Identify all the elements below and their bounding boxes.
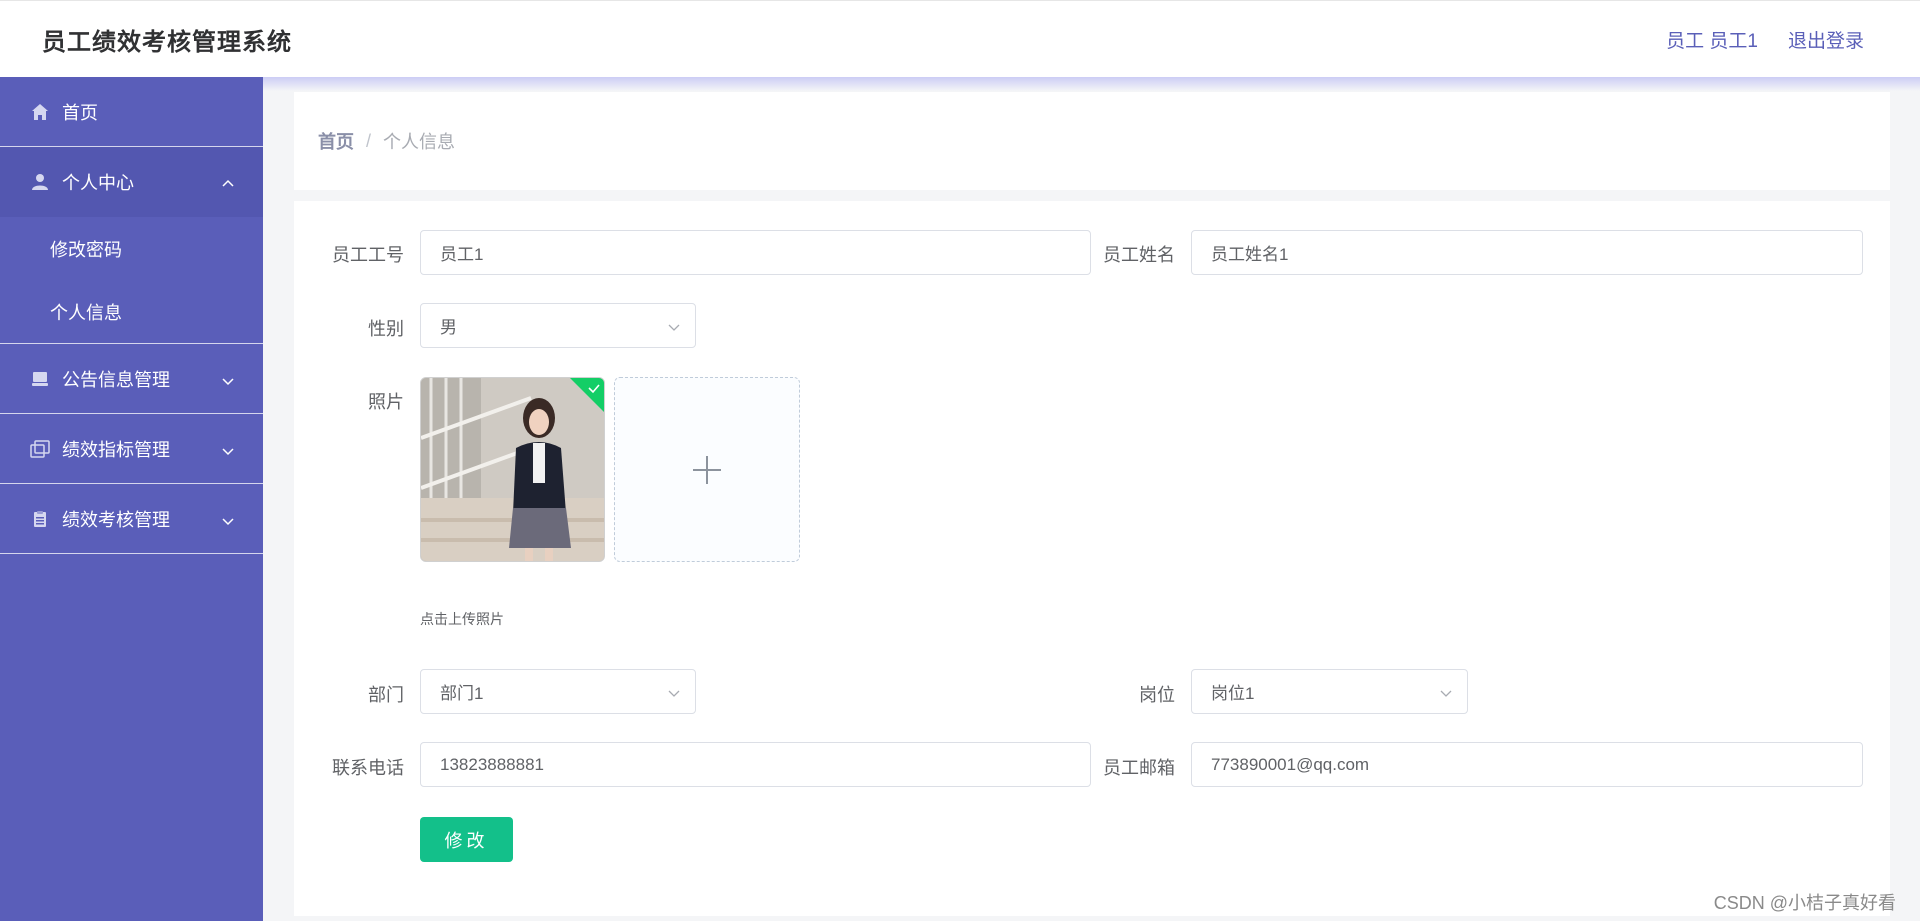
update-button[interactable]: 修改 bbox=[420, 817, 513, 862]
employee-name-label: 员工姓名 bbox=[1103, 245, 1175, 265]
breadcrumb: 首页 / 个人信息 bbox=[294, 92, 1890, 190]
plus-icon bbox=[693, 455, 721, 484]
sidebar-item-personal-center[interactable]: 个人中心 bbox=[0, 147, 263, 217]
employee-no-label: 员工工号 bbox=[332, 245, 404, 265]
sidebar-item-notice-management[interactable]: 公告信息管理 bbox=[0, 344, 263, 414]
sidebar: 首页 个人中心 修改密码 个人信息 公告信息管理 绩效指标管理 绩效考核管理 bbox=[0, 77, 263, 921]
sidebar-item-change-password[interactable]: 修改密码 bbox=[0, 217, 263, 280]
logout-link[interactable]: 退出登录 bbox=[1788, 26, 1864, 53]
home-icon bbox=[30, 102, 50, 122]
employee-name-field[interactable]: 员工姓名1 bbox=[1191, 230, 1863, 275]
chevron-up-icon bbox=[221, 175, 235, 189]
email-field[interactable]: 773890001@qq.com bbox=[1191, 742, 1863, 787]
copy-icon bbox=[30, 439, 50, 459]
phone-label: 联系电话 bbox=[332, 758, 404, 778]
sidebar-item-personal-info[interactable]: 个人信息 bbox=[0, 280, 263, 343]
monitor-icon bbox=[30, 369, 50, 389]
employee-no-field[interactable]: 员工1 bbox=[420, 230, 1091, 275]
chevron-down-icon bbox=[1439, 685, 1453, 699]
position-select[interactable]: 岗位1 bbox=[1191, 669, 1468, 714]
app-title: 员工绩效考核管理系统 bbox=[42, 28, 292, 56]
top-header: 员工绩效考核管理系统 员工 员工1 退出登录 bbox=[0, 0, 1920, 77]
sidebar-item-label: 绩效考核管理 bbox=[62, 509, 170, 530]
sidebar-item-assessment-management[interactable]: 绩效考核管理 bbox=[0, 484, 263, 554]
position-select-value: 岗位1 bbox=[1211, 684, 1255, 703]
department-select[interactable]: 部门1 bbox=[420, 669, 696, 714]
breadcrumb-home-link[interactable]: 首页 bbox=[318, 128, 354, 154]
breadcrumb-current: 个人信息 bbox=[383, 132, 456, 152]
upload-tip: 点击上传照片 bbox=[420, 611, 504, 627]
sidebar-item-label: 首页 bbox=[62, 102, 98, 123]
chevron-down-icon bbox=[667, 685, 681, 699]
sidebar-item-label: 绩效指标管理 bbox=[62, 439, 170, 460]
department-select-value: 部门1 bbox=[440, 684, 484, 703]
watermark: CSDN @小桔子真好看 bbox=[1713, 893, 1896, 913]
sidebar-item-label: 个人中心 bbox=[62, 173, 134, 193]
photo-label: 照片 bbox=[368, 392, 404, 412]
gender-select[interactable]: 男 bbox=[420, 303, 696, 348]
position-label: 岗位 bbox=[1139, 685, 1175, 705]
employee-photo[interactable] bbox=[420, 377, 605, 562]
header-shadow bbox=[262, 77, 1920, 91]
phone-field[interactable]: 13823888881 bbox=[420, 742, 1091, 787]
sidebar-item-indicator-management[interactable]: 绩效指标管理 bbox=[0, 414, 263, 484]
user-icon bbox=[30, 172, 50, 192]
personal-info-form: 员工工号 员工1 员工姓名 员工姓名1 性别 男 照片 点击上传照片 部门 部门… bbox=[294, 201, 1890, 916]
gender-label: 性别 bbox=[368, 319, 404, 339]
header-actions: 员工 员工1 退出登录 bbox=[1666, 26, 1864, 53]
sidebar-item-label: 公告信息管理 bbox=[62, 369, 170, 390]
email-label: 员工邮箱 bbox=[1103, 758, 1175, 778]
sidebar-item-home[interactable]: 首页 bbox=[0, 77, 263, 147]
chevron-down-icon bbox=[221, 442, 235, 456]
breadcrumb-separator: / bbox=[366, 130, 372, 151]
clipboard-icon bbox=[30, 509, 50, 529]
upload-success-check-icon bbox=[570, 378, 604, 412]
chevron-down-icon bbox=[667, 319, 681, 333]
gender-select-value: 男 bbox=[440, 318, 457, 337]
personal-center-submenu: 修改密码 个人信息 bbox=[0, 217, 263, 344]
department-label: 部门 bbox=[368, 685, 404, 705]
current-user-label[interactable]: 员工 员工1 bbox=[1666, 26, 1758, 53]
photo-upload-button[interactable] bbox=[614, 377, 800, 562]
chevron-down-icon bbox=[221, 372, 235, 386]
chevron-down-icon bbox=[221, 512, 235, 526]
